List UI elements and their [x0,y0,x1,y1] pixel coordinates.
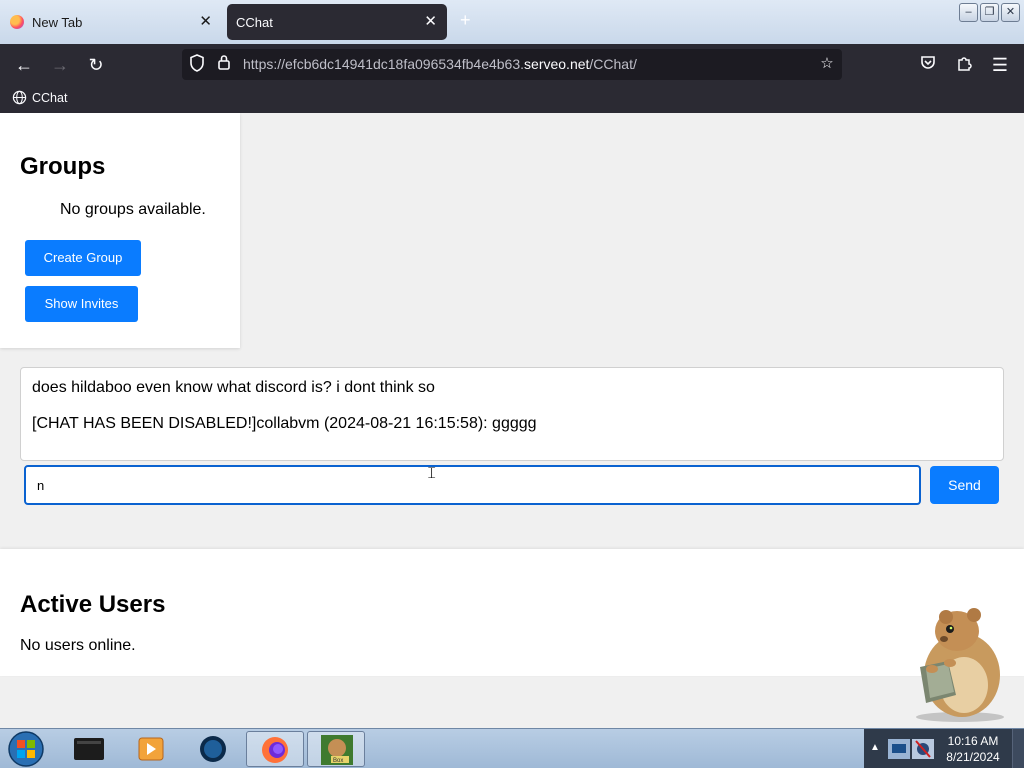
groups-title: Groups [20,153,106,180]
bookmark-star-icon[interactable]: ☆ [817,54,837,74]
close-tab-icon[interactable]: ✕ [424,14,437,29]
close-icon[interactable]: ✕ [1001,3,1020,22]
tab-label: New Tab [32,14,83,30]
globe-icon [12,90,27,105]
url-text[interactable]: https://efcb6dc14941dc18fa096534fb4e4b63… [243,56,637,72]
svg-text:Box: Box [333,758,343,764]
show-invites-button[interactable]: Show Invites [25,286,138,322]
reload-icon[interactable]: ↻ [85,54,107,76]
taskbar-globe-app-icon[interactable] [184,731,242,767]
page-content: Groups No groups available. Create Group… [0,113,1024,728]
tab-label: CChat [236,14,273,30]
new-tab-button[interactable]: + [460,10,471,31]
close-tab-icon[interactable]: ✕ [199,14,212,29]
start-button[interactable] [4,730,48,768]
nav-toolbar: ← → ↻ https://efcb6dc14941dc18fa096534fb… [0,44,1024,86]
taskbar-bonzi-icon[interactable]: Box [307,731,365,767]
chat-message: [CHAT HAS BEEN DISABLED!]collabvm (2024-… [32,415,537,432]
taskbar-media-player-icon[interactable] [122,731,180,767]
bookmark-label: CChat [32,90,68,105]
taskbar-firefox-icon[interactable] [246,731,304,767]
active-users-title: Active Users [20,591,166,618]
no-groups-text: No groups available. [60,201,206,218]
tab-strip: New Tab ✕ CChat ✕ + – ❐ ✕ [0,0,1024,44]
text-cursor-icon: 𝙸 [426,465,438,482]
tab-new-tab[interactable]: New Tab ✕ [0,4,222,40]
clock-time: 10:16 AM [947,734,999,748]
taskbar-terminal-icon[interactable] [60,731,118,767]
minimize-icon[interactable]: – [959,3,978,22]
hamster-mascot-icon [916,608,1004,722]
chat-messages[interactable]: does hildaboo even know what discord is?… [20,367,1004,461]
extensions-icon[interactable] [953,54,975,76]
lock-icon[interactable] [214,54,234,74]
show-desktop-button[interactable] [1012,729,1024,768]
clock-date: 8/21/2024 [946,750,1000,764]
forward-icon[interactable]: → [49,54,71,76]
bookmarks-bar: CChat [0,86,1024,113]
active-users-panel: Active Users No users online. [0,549,1024,676]
firefox-icon [10,15,24,29]
menu-icon[interactable]: ☰ [989,54,1011,76]
tab-cchat[interactable]: CChat ✕ [227,4,447,40]
restore-icon[interactable]: ❐ [980,3,999,22]
no-users-text: No users online. [20,637,136,654]
groups-panel: Groups No groups available. Create Group… [0,113,240,348]
window-controls: – ❐ ✕ [959,3,1020,22]
back-icon[interactable]: ← [13,54,35,76]
tray-expand-icon[interactable]: ▲ [870,742,880,753]
taskbar-clock[interactable]: 10:16 AM 8/21/2024 [940,733,1006,765]
url-bar[interactable]: https://efcb6dc14941dc18fa096534fb4e4b63… [182,49,842,80]
pocket-icon[interactable] [917,54,939,76]
shield-icon[interactable] [187,54,207,74]
create-group-button[interactable]: Create Group [25,240,141,276]
send-button[interactable]: Send [930,466,999,504]
taskbar: Box ▲ 10:16 AM 8/21/2024 [0,728,1024,768]
bookmark-cchat[interactable]: CChat [12,90,67,105]
chat-message: does hildaboo even know what discord is?… [32,379,435,396]
message-input[interactable] [24,465,921,505]
tray-app-icons[interactable] [886,737,936,761]
